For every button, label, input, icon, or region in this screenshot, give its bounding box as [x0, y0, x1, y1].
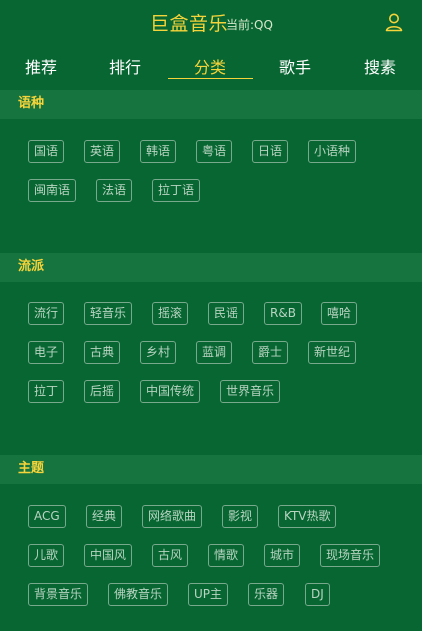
tag-genre[interactable]: 乡村 — [140, 341, 177, 364]
section-title: 语种 — [18, 96, 45, 111]
tab-ranking[interactable]: 排行 — [104, 56, 146, 80]
tag-genre[interactable]: 民谣 — [208, 302, 245, 325]
tag-theme[interactable]: DJ — [305, 583, 330, 606]
main-nav-tabs: 推荐 排行 分类 歌手 搜素 — [0, 56, 422, 82]
tag-theme[interactable]: 乐器 — [248, 583, 285, 606]
tag-theme[interactable]: 现场音乐 — [320, 544, 381, 567]
section-header-language: 语种 — [0, 90, 422, 119]
tag-genre[interactable]: 古典 — [84, 341, 121, 364]
tag-language[interactable]: 闽南语 — [28, 179, 77, 202]
tag-theme[interactable]: 影视 — [222, 505, 259, 528]
tab-singers[interactable]: 歌手 — [274, 56, 316, 80]
tag-language[interactable]: 日语 — [252, 140, 289, 163]
tag-theme[interactable]: 背景音乐 — [28, 583, 89, 606]
tag-theme[interactable]: KTV热歌 — [278, 505, 337, 528]
tag-theme[interactable]: 城市 — [264, 544, 301, 567]
tag-genre[interactable]: 摇滚 — [152, 302, 189, 325]
tag-genre[interactable]: 世界音乐 — [220, 380, 281, 403]
tag-genre[interactable]: 后摇 — [84, 380, 121, 403]
section-title: 主题 — [18, 461, 45, 476]
tag-genre[interactable]: 新世纪 — [308, 341, 357, 364]
tab-recommend[interactable]: 推荐 — [20, 56, 62, 80]
app-title: 巨盒音乐 — [150, 13, 229, 35]
tag-genre[interactable]: 轻音乐 — [84, 302, 133, 325]
section-header-theme: 主题 — [0, 455, 422, 484]
tag-language[interactable]: 国语 — [28, 140, 65, 163]
tag-theme[interactable]: 佛教音乐 — [108, 583, 169, 606]
tab-category[interactable]: 分类 — [189, 56, 231, 80]
active-tab-indicator — [168, 78, 253, 79]
tag-theme[interactable]: UP主 — [188, 583, 229, 606]
tag-language[interactable]: 韩语 — [140, 140, 177, 163]
app-header: 巨盒音乐 当前:QQ — [0, 0, 422, 48]
tag-genre[interactable]: 爵士 — [252, 341, 289, 364]
tag-theme[interactable]: ACG — [28, 505, 66, 528]
tag-language[interactable]: 粤语 — [196, 140, 233, 163]
tag-language[interactable]: 法语 — [96, 179, 133, 202]
tag-genre[interactable]: 中国传统 — [140, 380, 201, 403]
section-header-genre: 流派 — [0, 253, 422, 282]
section-title: 流派 — [18, 259, 45, 274]
tag-theme[interactable]: 经典 — [86, 505, 123, 528]
tag-genre[interactable]: 拉丁 — [28, 380, 65, 403]
tag-theme[interactable]: 儿歌 — [28, 544, 65, 567]
current-source-label: 当前:QQ — [226, 18, 273, 32]
tag-theme[interactable]: 古风 — [152, 544, 189, 567]
tag-language[interactable]: 拉丁语 — [152, 179, 201, 202]
user-icon[interactable] — [384, 12, 404, 32]
tag-theme[interactable]: 情歌 — [208, 544, 245, 567]
tag-theme[interactable]: 中国风 — [84, 544, 133, 567]
tag-theme[interactable]: 网络歌曲 — [142, 505, 203, 528]
tab-search[interactable]: 搜素 — [359, 56, 401, 80]
tag-genre[interactable]: 流行 — [28, 302, 65, 325]
tag-genre[interactable]: 嘻哈 — [321, 302, 358, 325]
tag-genre[interactable]: 蓝调 — [196, 341, 233, 364]
tag-language[interactable]: 小语种 — [308, 140, 357, 163]
tag-genre[interactable]: R&B — [264, 302, 302, 325]
tag-language[interactable]: 英语 — [84, 140, 121, 163]
tag-genre[interactable]: 电子 — [28, 341, 65, 364]
